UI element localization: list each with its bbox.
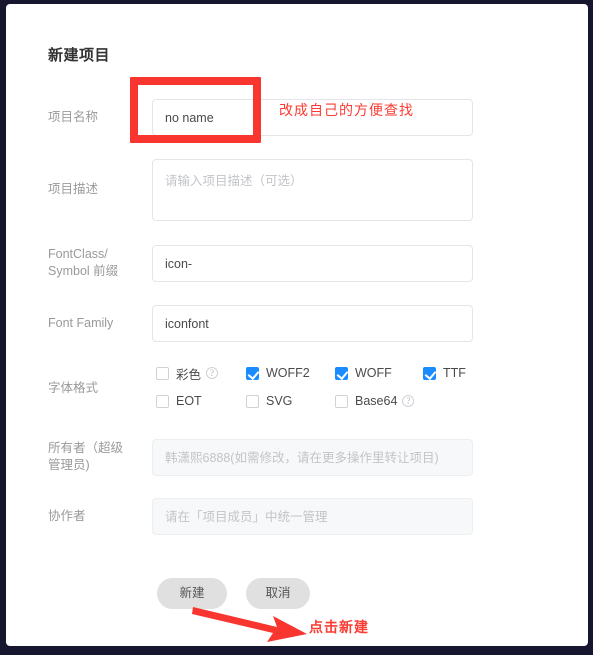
label-collaborators: 协作者 [48,509,86,523]
checkbox-label-woff2: WOFF2 [266,366,310,380]
label-owner: 所有者（超级 管理员) [48,440,148,474]
checkbox-box-ttf[interactable] [423,366,436,380]
checkbox-woff[interactable]: WOFF [335,364,392,382]
checkbox-woff2[interactable]: WOFF2 [246,364,310,382]
font-family-input[interactable]: iconfont [152,305,473,342]
label-font-format: 字体格式 [48,381,99,395]
checkbox-label-eot: EOT [176,394,202,408]
font-format-row-2: EOT SVG Base64 ? [156,392,486,420]
checkbox-label-ttf: TTF [443,366,466,380]
label-owner-line2: 管理员) [48,458,90,472]
annotation-text-create-hint: 点击新建 [309,619,369,635]
checkbox-box-woff2[interactable] [246,366,259,380]
cancel-button[interactable]: 取消 [246,578,310,609]
label-fontclass-prefix-line1: FontClass/ [48,247,108,261]
owner-input: 韩潇熙6888(如需修改，请在更多操作里转让项目) [152,439,473,476]
checkbox-box-base64[interactable] [335,394,348,408]
project-description-textarea[interactable]: 请输入项目描述（可选） [152,159,473,221]
font-format-checkbox-grid: 彩色 ? WOFF2 WOFF TTF EOT SVG Base64 ? [156,364,486,420]
checkbox-color[interactable]: 彩色 ? [156,364,219,382]
annotation-text-name-hint: 改成自己的方便查找 [279,102,414,118]
label-project-name: 项目名称 [48,110,99,124]
fontclass-prefix-input[interactable]: icon- [152,245,473,282]
checkbox-label-base64: Base64 [355,394,398,408]
label-project-description: 项目描述 [48,182,99,196]
checkbox-box-svg[interactable] [246,394,259,408]
checkbox-ttf[interactable]: TTF [423,364,466,382]
checkbox-svg[interactable]: SVG [246,392,292,410]
browser-window-frame: 新建项目 项目名称 no name 项目描述 请输入项目描述（可选） FontC… [0,0,593,655]
checkbox-box-woff[interactable] [335,366,348,380]
checkbox-label-color: 彩色 [176,367,202,382]
checkbox-box-eot[interactable] [156,394,169,408]
create-button[interactable]: 新建 [157,578,227,609]
help-circle-icon[interactable]: ? [402,395,415,407]
font-format-row-1: 彩色 ? WOFF2 WOFF TTF [156,364,486,392]
checkbox-base64[interactable]: Base64 ? [335,392,415,410]
collaborators-input: 请在「项目成员」中统一管理 [152,498,473,535]
label-font-family: Font Family [48,316,114,330]
checkbox-label-svg: SVG [266,394,293,408]
new-project-dialog-card: 新建项目 项目名称 no name 项目描述 请输入项目描述（可选） FontC… [6,4,588,646]
label-fontclass-prefix-line2: Symbol 前缀 [48,264,119,278]
page-title: 新建项目 [48,47,111,64]
label-fontclass-prefix: FontClass/ Symbol 前缀 [48,246,148,280]
label-owner-line1: 所有者（超级 [48,441,124,455]
help-circle-icon[interactable]: ? [206,367,219,379]
checkbox-label-woff: WOFF [355,366,392,380]
checkbox-box-color[interactable] [156,366,169,380]
checkbox-eot[interactable]: EOT [156,392,202,410]
